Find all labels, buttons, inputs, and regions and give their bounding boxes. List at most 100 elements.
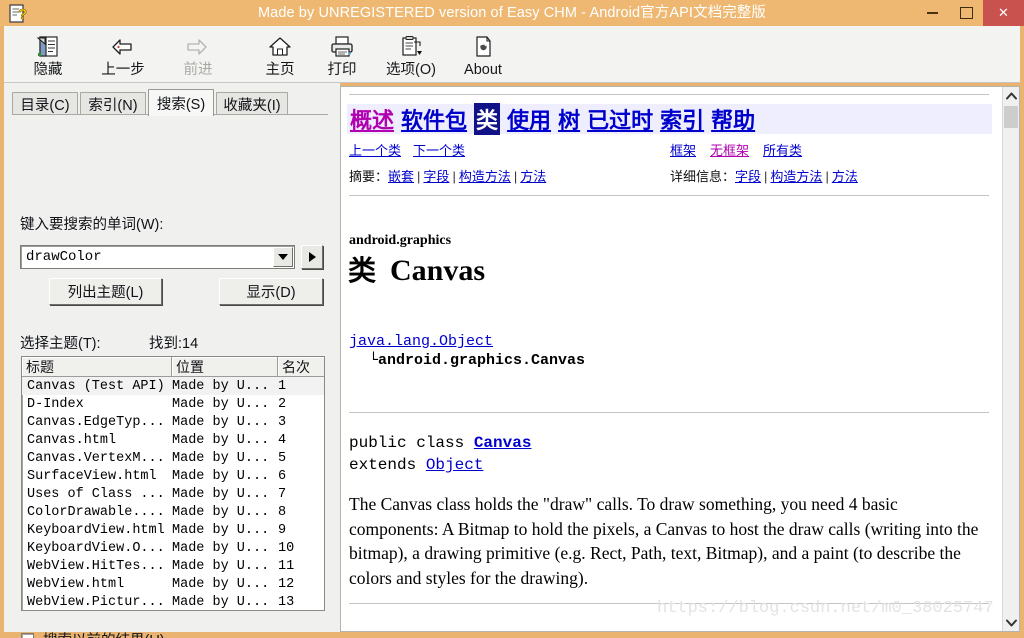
maximize-button[interactable]	[949, 0, 983, 26]
all-classes-link[interactable]: 所有类	[763, 140, 802, 159]
close-button[interactable]: ✕	[983, 0, 1024, 26]
sidebar-panel: 目录(C) 索引(N) 搜索(S) 收藏夹(I) 键入要搜索的单词(W): dr…	[4, 83, 334, 638]
table-row[interactable]: Canvas.EdgeTyp... Made by U... 3	[22, 413, 324, 431]
toolbar-button-print[interactable]: 打印	[320, 28, 364, 81]
table-row[interactable]: KeyboardView.O... Made by U... 10	[22, 539, 324, 557]
doc-nav-link-1[interactable]: 软件包	[401, 103, 467, 135]
toolbar-label-forward: 前进	[183, 62, 213, 78]
doc-nav-link-2: 类	[474, 103, 501, 135]
doc-nav-link-4[interactable]: 树	[558, 103, 580, 135]
page-title: 类 Canvas	[348, 249, 485, 289]
summary-constructor-link[interactable]: 构造方法	[459, 166, 511, 185]
table-row[interactable]: ColorDrawable.... Made by U... 8	[22, 503, 324, 521]
table-row[interactable]: Canvas.html Made by U... 4	[22, 431, 324, 449]
table-row[interactable]: KeyboardView.html Made by U... 9	[22, 521, 324, 539]
separator: |	[825, 169, 829, 184]
doc-nav-link-5[interactable]: 已过时	[587, 103, 653, 135]
next-class-link[interactable]: 下一个类	[413, 140, 465, 159]
minimize-button[interactable]	[915, 0, 949, 26]
toolbar-button-back[interactable]: 上一步	[90, 28, 156, 81]
summary-method-link[interactable]: 方法	[520, 166, 546, 185]
toolbar-label-print: 打印	[327, 62, 357, 78]
toolbar-button-hide[interactable]: 隐藏	[20, 28, 76, 81]
cell-location: Made by U...	[172, 576, 270, 592]
summary-field-link[interactable]: 字段	[423, 166, 449, 185]
list-topics-button[interactable]: 列出主题(L)	[49, 278, 162, 305]
scrollbar-thumb[interactable]	[1004, 106, 1018, 128]
forward-arrow-icon	[183, 28, 213, 59]
class-name-label: Canvas	[390, 254, 486, 287]
table-row[interactable]: WebView.html Made by U... 12	[22, 575, 324, 593]
tab-contents[interactable]: 目录(C)	[12, 92, 78, 115]
vertical-scrollbar[interactable]	[1002, 87, 1019, 631]
title-bar: ? Made by UNREGISTERED version of Easy C…	[0, 0, 1024, 26]
toolbar-button-forward[interactable]: 前进	[170, 28, 226, 81]
table-row[interactable]: WebView.HitTes... Made by U... 11	[22, 557, 324, 575]
window-title: Made by UNREGISTERED version of Easy CHM…	[258, 5, 766, 21]
scroll-up-icon[interactable]	[1003, 87, 1019, 104]
toolbar-label-hide: 隐藏	[33, 62, 63, 78]
detail-constructor-link[interactable]: 构造方法	[770, 166, 822, 185]
doc-nav-link-0[interactable]: 概述	[350, 103, 394, 135]
toolbar-button-home[interactable]: 主页	[252, 28, 308, 81]
table-row[interactable]: Canvas.VertexM... Made by U... 5	[22, 449, 324, 467]
summary-nested-link[interactable]: 嵌套	[388, 166, 414, 185]
search-input[interactable]: drawColor	[20, 245, 295, 269]
checkbox-box[interactable]	[21, 633, 34, 638]
cell-rank: 8	[278, 504, 287, 520]
scroll-down-icon[interactable]	[1003, 614, 1019, 631]
detail-method-link[interactable]: 方法	[832, 166, 858, 185]
content-panel: 概述 软件包类使用树已过时 索引 帮助 上一个类 下一个类 框架 无框架 所有类 摘要…	[340, 86, 1020, 632]
signature-superclass-link[interactable]: Object	[426, 456, 484, 474]
tab-favorites-label: 收藏夹(I)	[223, 97, 281, 114]
checkbox-search-previous[interactable]: 搜索以前的结果(U)	[21, 629, 165, 638]
cell-location: Made by U...	[172, 558, 270, 574]
search-go-button[interactable]	[301, 245, 323, 269]
cell-title: Uses of Class ...	[27, 486, 165, 502]
column-header-location[interactable]: 位置	[172, 357, 278, 377]
table-row[interactable]: D-Index Made by U... 2	[22, 395, 324, 413]
search-word-label: 键入要搜索的单词(W):	[20, 217, 164, 233]
no-frames-link[interactable]: 无框架	[710, 140, 749, 159]
cell-rank: 13	[278, 594, 295, 610]
tab-index[interactable]: 索引(N)	[80, 92, 146, 115]
toolbar-label-about: About	[464, 62, 502, 78]
detail-field-link[interactable]: 字段	[735, 166, 761, 185]
column-header-title[interactable]: 标题	[22, 357, 172, 377]
prev-class-link[interactable]: 上一个类	[349, 140, 401, 159]
chevron-down-icon[interactable]	[273, 247, 293, 267]
column-header-rank[interactable]: 名次	[278, 357, 324, 377]
signature-line-2: extends Object	[349, 454, 531, 476]
cell-title: KeyboardView.html	[27, 522, 165, 538]
doc-nav-link-3[interactable]: 使用	[507, 103, 551, 135]
cell-location: Made by U...	[172, 396, 270, 412]
doc-nav-link-6[interactable]: 索引	[660, 103, 704, 135]
cell-title: ColorDrawable....	[27, 504, 165, 520]
tab-contents-label: 目录(C)	[20, 97, 70, 114]
summary-row: 摘要： 嵌套 | 字段 | 构造方法 | 方法	[349, 166, 546, 185]
toolbar-button-about[interactable]: About	[452, 28, 514, 81]
frames-link[interactable]: 框架	[670, 140, 696, 159]
cell-location: Made by U...	[172, 450, 270, 466]
hierarchy-child: └android.graphics.Canvas	[369, 352, 586, 369]
signature-class-link[interactable]: Canvas	[474, 434, 532, 452]
cell-location: Made by U...	[172, 540, 270, 556]
table-row[interactable]: SurfaceView.html Made by U... 6	[22, 467, 324, 485]
results-list[interactable]: 标题 位置 名次 Canvas (Test API) Made by U... 1 D…	[21, 356, 325, 611]
table-row[interactable]: Canvas (Test API) Made by U... 1	[22, 377, 324, 395]
list-topics-label: 列出主题(L)	[67, 285, 144, 301]
class-kind-label: 类	[348, 256, 377, 287]
separator: |	[417, 169, 421, 184]
hierarchy-root-link[interactable]: java.lang.Object	[349, 333, 493, 350]
table-row[interactable]: Uses of Class ... Made by U... 7	[22, 485, 324, 503]
doc-nav-link-7[interactable]: 帮助	[711, 103, 755, 135]
display-button[interactable]: 显示(D)	[219, 278, 323, 305]
toolbar-label-options: 选项(O)	[386, 62, 436, 78]
cell-location: Made by U...	[172, 468, 270, 484]
cell-title: D-Index	[27, 396, 84, 412]
tab-search[interactable]: 搜索(S)	[148, 89, 214, 116]
toolbar-button-options[interactable]: 选项(O)	[378, 28, 444, 81]
tab-favorites[interactable]: 收藏夹(I)	[216, 92, 288, 115]
table-row[interactable]: WebView.Pictur... Made by U... 13	[22, 593, 324, 610]
signature-modifier: public class	[349, 434, 474, 452]
